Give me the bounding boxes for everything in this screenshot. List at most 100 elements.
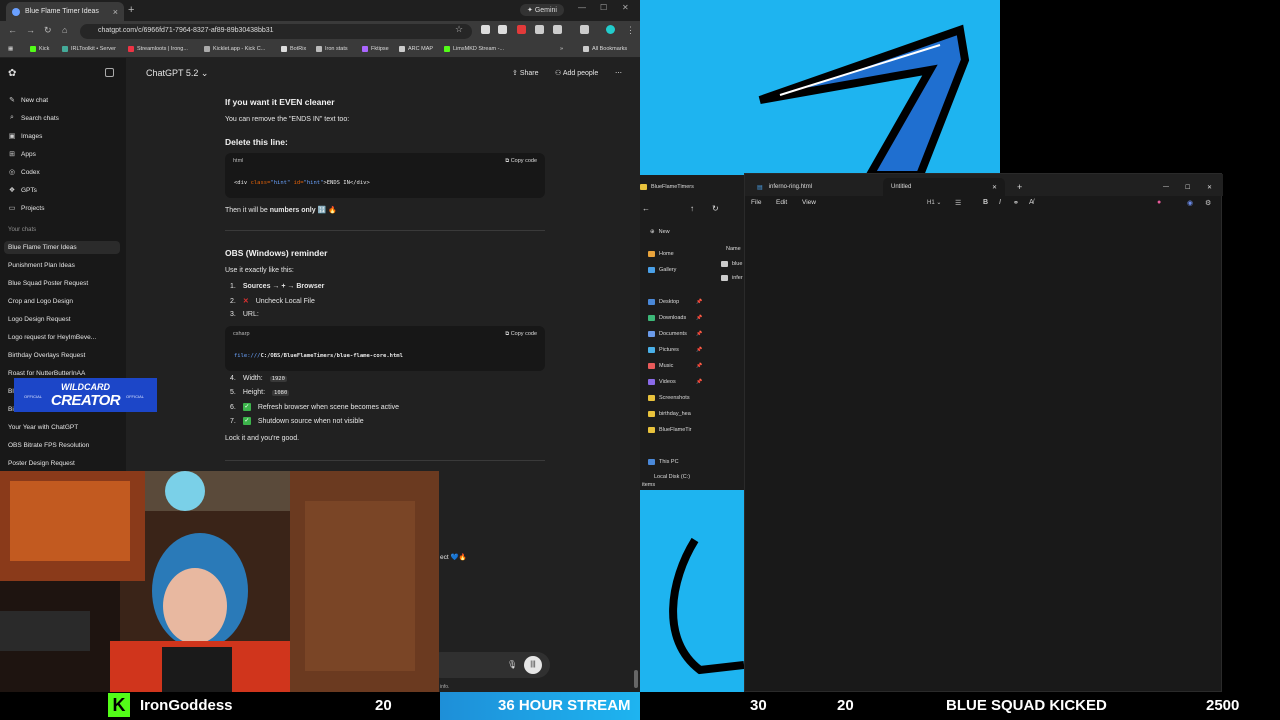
microphone-icon[interactable]: 🎙 [507, 660, 517, 669]
chat-item[interactable]: Roast for NutterButterInAA [8, 370, 85, 377]
bookmark-item[interactable]: LimsMKD Stream -... [444, 46, 504, 52]
forward-icon[interactable]: → [26, 25, 35, 35]
file-item[interactable]: blue [721, 261, 742, 267]
chat-item[interactable]: Bl [8, 388, 14, 395]
bookmark-item[interactable]: BotRix [281, 46, 306, 52]
close-window-icon[interactable]: ✕ [1199, 178, 1220, 196]
sidebar-item-images[interactable]: ▣ Images [8, 132, 43, 141]
chat-item[interactable]: Punishment Plan Ideas [8, 262, 75, 269]
nav-item-this-pc[interactable]: This PC [648, 459, 679, 465]
back-icon[interactable]: ← [642, 204, 650, 213]
copy-code-button[interactable]: ⧉ Copy code [505, 158, 537, 165]
extension-icon[interactable] [580, 25, 589, 34]
back-icon[interactable]: ← [8, 25, 17, 35]
chat-composer[interactable]: 🎙 ||| [428, 652, 550, 678]
close-tab-icon[interactable]: ✕ [992, 184, 997, 191]
chat-item[interactable]: Crop and Logo Design [8, 298, 73, 305]
menu-edit[interactable]: Edit [776, 199, 787, 206]
sidebar-item-gpts[interactable]: ❖ GPTs [8, 186, 37, 195]
refresh-icon[interactable]: ↻ [712, 204, 719, 213]
up-icon[interactable]: ↑ [690, 204, 694, 213]
nav-item-folder[interactable]: BlueFlameTir [648, 427, 692, 433]
chat-item[interactable]: Birthday Overlays Request [8, 352, 85, 359]
sidebar-item-apps[interactable]: ⊞ Apps [8, 150, 36, 159]
chat-item[interactable]: Logo Design Request [8, 316, 71, 323]
gemini-button[interactable]: ✦ Gemini [520, 4, 564, 16]
scrollbar[interactable] [634, 670, 638, 688]
more-options-icon[interactable]: ⋯ [615, 69, 622, 77]
nav-item-local-disk[interactable]: Local Disk (C:) [654, 474, 690, 480]
url-input[interactable]: chatgpt.com/c/6966fd71-7964-8327-af89-89… [80, 24, 472, 39]
close-tab-icon[interactable]: × [113, 7, 118, 17]
nav-item-pictures[interactable]: Pictures [648, 347, 679, 353]
apps-grid-icon[interactable]: ▦ [8, 46, 13, 52]
model-selector[interactable]: ChatGPT 5.2 ⌄ [146, 68, 208, 79]
voice-mode-button[interactable]: ||| [524, 656, 542, 674]
bookmark-item[interactable]: Streamloots | Irong... [128, 46, 188, 52]
all-bookmarks[interactable]: All Bookmarks [583, 46, 627, 52]
heading-dropdown[interactable]: H1 ⌄ [927, 199, 941, 206]
chat-item-active[interactable]: Blue Flame Timer Ideas [4, 241, 120, 254]
bookmark-item[interactable]: IRLToolkit • Server [62, 46, 116, 52]
bold-icon[interactable]: B [983, 199, 988, 206]
chat-item[interactable]: OBS Bitrate FPS Resolution [8, 442, 89, 449]
maximize-icon[interactable]: ☐ [1177, 178, 1198, 196]
sidebar-item-codex[interactable]: ◎ Codex [8, 168, 40, 177]
share-button[interactable]: ⇪ Share [512, 69, 539, 77]
extension-icon[interactable] [498, 25, 507, 34]
chat-item[interactable]: Logo request for HeyImBeve... [8, 334, 96, 341]
nav-item-gallery[interactable]: Gallery [648, 267, 676, 273]
more-bookmarks-icon[interactable]: » [560, 46, 563, 52]
clear-format-icon[interactable]: A̸ [1029, 199, 1034, 206]
extension-icon[interactable] [535, 25, 544, 34]
nav-item-documents[interactable]: Documents [648, 331, 687, 337]
bookmark-item[interactable]: Kick [30, 46, 49, 52]
minimize-icon[interactable]: — [578, 3, 586, 12]
bookmark-item[interactable]: ARC MAP [399, 46, 433, 52]
file-item[interactable]: infer [721, 275, 743, 281]
menu-file[interactable]: File [751, 199, 761, 206]
sidebar-item-search[interactable]: ⌕ Search chats [8, 114, 59, 122]
italic-icon[interactable]: I [999, 199, 1001, 206]
account-icon[interactable]: ◉ [1187, 199, 1193, 207]
add-people-button[interactable]: ⚇ Add people [555, 69, 598, 77]
nav-item-music[interactable]: Music [648, 363, 673, 369]
openai-logo-icon[interactable]: ✿ [8, 68, 16, 79]
copy-code-button[interactable]: ⧉ Copy code [505, 331, 537, 338]
bookmark-star-icon[interactable]: ☆ [455, 24, 463, 35]
nav-item-videos[interactable]: Videos [648, 379, 676, 385]
sidebar-item-new-chat[interactable]: ✎ New chat [8, 96, 48, 105]
notepad-tab-active[interactable]: Untitled ✕ [883, 178, 1005, 196]
close-window-icon[interactable]: ✕ [622, 3, 629, 12]
chat-item[interactable]: Blue Squad Poster Request [8, 280, 88, 287]
bookmark-item[interactable]: Fktipse [362, 46, 389, 52]
extension-icon[interactable] [481, 25, 490, 34]
copilot-icon[interactable]: ● [1157, 199, 1161, 206]
menu-view[interactable]: View [802, 199, 816, 206]
minimize-icon[interactable]: — [1155, 178, 1177, 196]
new-tab-icon[interactable]: + [128, 4, 134, 16]
sidebar-toggle-icon[interactable] [105, 68, 114, 77]
new-tab-icon[interactable]: + [1009, 178, 1030, 196]
nav-item-folder[interactable]: birthday_hea [648, 411, 691, 417]
link-icon[interactable]: ⚭ [1013, 199, 1019, 207]
nav-item-home[interactable]: Home [648, 251, 674, 257]
settings-gear-icon[interactable]: ⚙ [1205, 199, 1211, 207]
bookmark-item[interactable]: Iron stats [316, 46, 348, 52]
home-icon[interactable]: ⌂ [62, 25, 67, 35]
new-button[interactable]: ⊕ New [650, 229, 670, 235]
browser-tab[interactable]: Blue Flame Timer Ideas × [6, 2, 124, 21]
chat-item[interactable]: Bi [8, 406, 14, 413]
nav-item-screenshots[interactable]: Screenshots [648, 395, 690, 401]
bookmark-item[interactable]: Kicklet.app - Kick C... [204, 46, 265, 52]
nav-item-downloads[interactable]: Downloads [648, 315, 686, 321]
chat-item[interactable]: Poster Design Request [8, 460, 75, 467]
reload-icon[interactable]: ↻ [44, 25, 52, 36]
extension-icon[interactable] [553, 25, 562, 34]
notepad-tab[interactable]: ▤ inferno-ring.html [749, 178, 820, 196]
sidebar-item-projects[interactable]: ▭ Projects [8, 204, 45, 213]
list-dropdown-icon[interactable]: ☰ [955, 199, 961, 207]
maximize-icon[interactable]: ☐ [600, 3, 607, 12]
column-header-name[interactable]: Name [726, 246, 741, 252]
extension-icon[interactable] [517, 25, 526, 34]
